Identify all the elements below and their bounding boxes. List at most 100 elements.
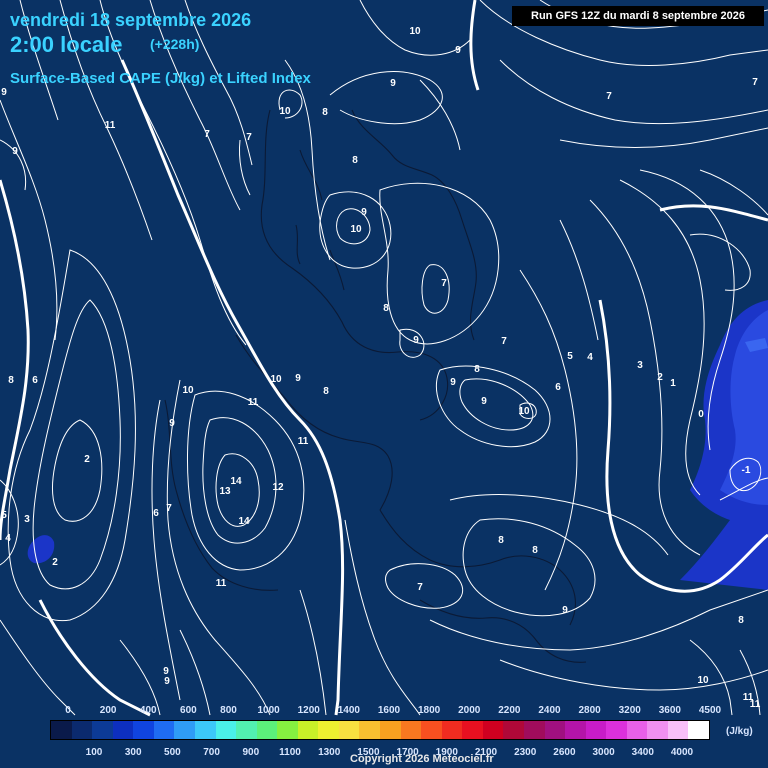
contour-label: 7 — [166, 503, 172, 514]
contour-label: 9 — [562, 605, 568, 616]
contour-label: 7 — [204, 129, 210, 140]
contour-label: 5 — [567, 351, 573, 362]
cape-color-scale — [50, 720, 710, 740]
scale-swatch — [215, 721, 237, 739]
contour-label: 12 — [272, 482, 284, 493]
contour-label: 10 — [182, 385, 194, 396]
scale-label-bottom: 1300 — [318, 747, 341, 758]
scale-label-top: 3600 — [658, 705, 681, 716]
scale-swatch — [338, 721, 360, 739]
contour-label: 10 — [697, 675, 709, 686]
contour-label: 6 — [555, 382, 561, 393]
scale-swatch — [688, 721, 709, 739]
contour-label: 8 — [383, 303, 389, 314]
contour-label: 11 — [248, 397, 259, 408]
contour-label: 9 — [169, 418, 175, 429]
scale-swatch — [194, 721, 216, 739]
scale-label-bottom: 500 — [164, 747, 181, 758]
scale-label-bottom: 300 — [124, 747, 142, 758]
scale-label-top: 600 — [180, 705, 197, 716]
contour-label: 9 — [295, 373, 301, 384]
contour-label: 10 — [409, 26, 421, 37]
contour-label: 11 — [216, 578, 227, 589]
contour-label: 9 — [455, 45, 461, 56]
contour-label: 6 — [153, 508, 159, 519]
scale-label-top: 400 — [139, 705, 157, 716]
contour-label: 10 — [279, 106, 291, 117]
scale-swatch — [133, 721, 154, 739]
contour-label: 3 — [24, 514, 30, 525]
scale-swatch — [297, 721, 319, 739]
contour-label: 8 — [323, 386, 329, 397]
scale-swatch — [606, 721, 627, 739]
contour-label: 1 — [670, 378, 676, 389]
scale-swatch — [359, 721, 380, 739]
scale-label-top: 2200 — [498, 705, 521, 716]
scale-label-top: 200 — [99, 705, 117, 716]
cape-contour-map: 1099779117 710 89891078795 43218 6 10 9889 6101… — [0, 0, 768, 768]
contour-label: 3 — [637, 360, 643, 371]
contour-label: 7 — [752, 77, 758, 88]
scale-swatch — [277, 721, 298, 739]
scale-swatch — [153, 721, 175, 739]
contour-label: 11 — [105, 120, 116, 131]
contour-label: 9 — [361, 207, 367, 218]
scale-swatch — [318, 721, 339, 739]
scale-label-top: 2800 — [578, 705, 601, 716]
contour-label: 8 — [738, 615, 744, 626]
contour-label: 6 — [32, 375, 38, 386]
scale-swatch — [380, 721, 401, 739]
contour-label: 7 — [501, 336, 507, 347]
scale-label-bottom: 700 — [203, 747, 220, 758]
contour-label: 14 — [230, 476, 242, 487]
contour-label: 10 — [518, 406, 530, 417]
scale-label-top: 800 — [220, 705, 237, 716]
contour-label: 8 — [322, 107, 328, 118]
scale-unit: (J/kg) — [726, 726, 753, 737]
scale-label-top: 1600 — [377, 705, 401, 716]
scale-swatch — [174, 721, 195, 739]
scale-label-top: 0 — [65, 705, 71, 716]
contour-label: 9 — [450, 377, 456, 388]
scale-label-top: 1200 — [297, 705, 320, 716]
scale-swatch — [503, 721, 524, 739]
contour-label: 5 — [1, 510, 7, 521]
scale-label-bottom: 900 — [242, 747, 260, 758]
scale-swatch — [462, 721, 483, 739]
scale-swatch — [256, 721, 278, 739]
contour-label: -1 — [742, 465, 751, 476]
scale-label-top: 1400 — [337, 705, 360, 716]
lead-time: (+228h) — [150, 36, 200, 52]
scale-swatch — [544, 721, 566, 739]
scale-swatch — [400, 721, 422, 739]
contour-label: 9 — [1, 87, 7, 98]
contour-label: 10 — [270, 374, 282, 385]
contour-label: 7 — [417, 582, 423, 593]
copyright-text: Copyright 2026 Meteociel.fr — [350, 753, 494, 765]
parameter-title: Surface-Based CAPE (J/kg) et Lifted Inde… — [10, 70, 311, 87]
forecast-date: vendredi 18 septembre 2026 — [10, 10, 252, 30]
contour-label: 10 — [350, 224, 362, 235]
contour-label: 11 — [298, 436, 309, 447]
scale-swatch — [523, 721, 545, 739]
scale-swatch — [667, 721, 689, 739]
contour-label: 4 — [587, 352, 593, 363]
model-run-banner: Run GFS 12Z du mardi 8 septembre 2026 — [512, 6, 764, 26]
contour-label: 9 — [12, 146, 18, 157]
scale-swatch — [92, 721, 113, 739]
scale-swatch — [51, 721, 72, 739]
contour-label: 13 — [219, 486, 231, 497]
scale-label-bottom: 3000 — [592, 747, 615, 758]
contour-label: 9 — [164, 676, 170, 687]
scale-label-top: 1800 — [418, 705, 441, 716]
contour-label: 9 — [390, 78, 396, 89]
contour-label: 9 — [481, 396, 487, 407]
contour-label: 9 — [413, 335, 419, 346]
contour-label: 8 — [8, 375, 14, 386]
scale-swatch — [626, 721, 648, 739]
scale-swatch — [647, 721, 668, 739]
contour-label: 7 — [606, 91, 612, 102]
scale-label-top: 2400 — [538, 705, 561, 716]
scale-label-bottom: 4000 — [670, 747, 694, 758]
scale-swatch — [421, 721, 442, 739]
